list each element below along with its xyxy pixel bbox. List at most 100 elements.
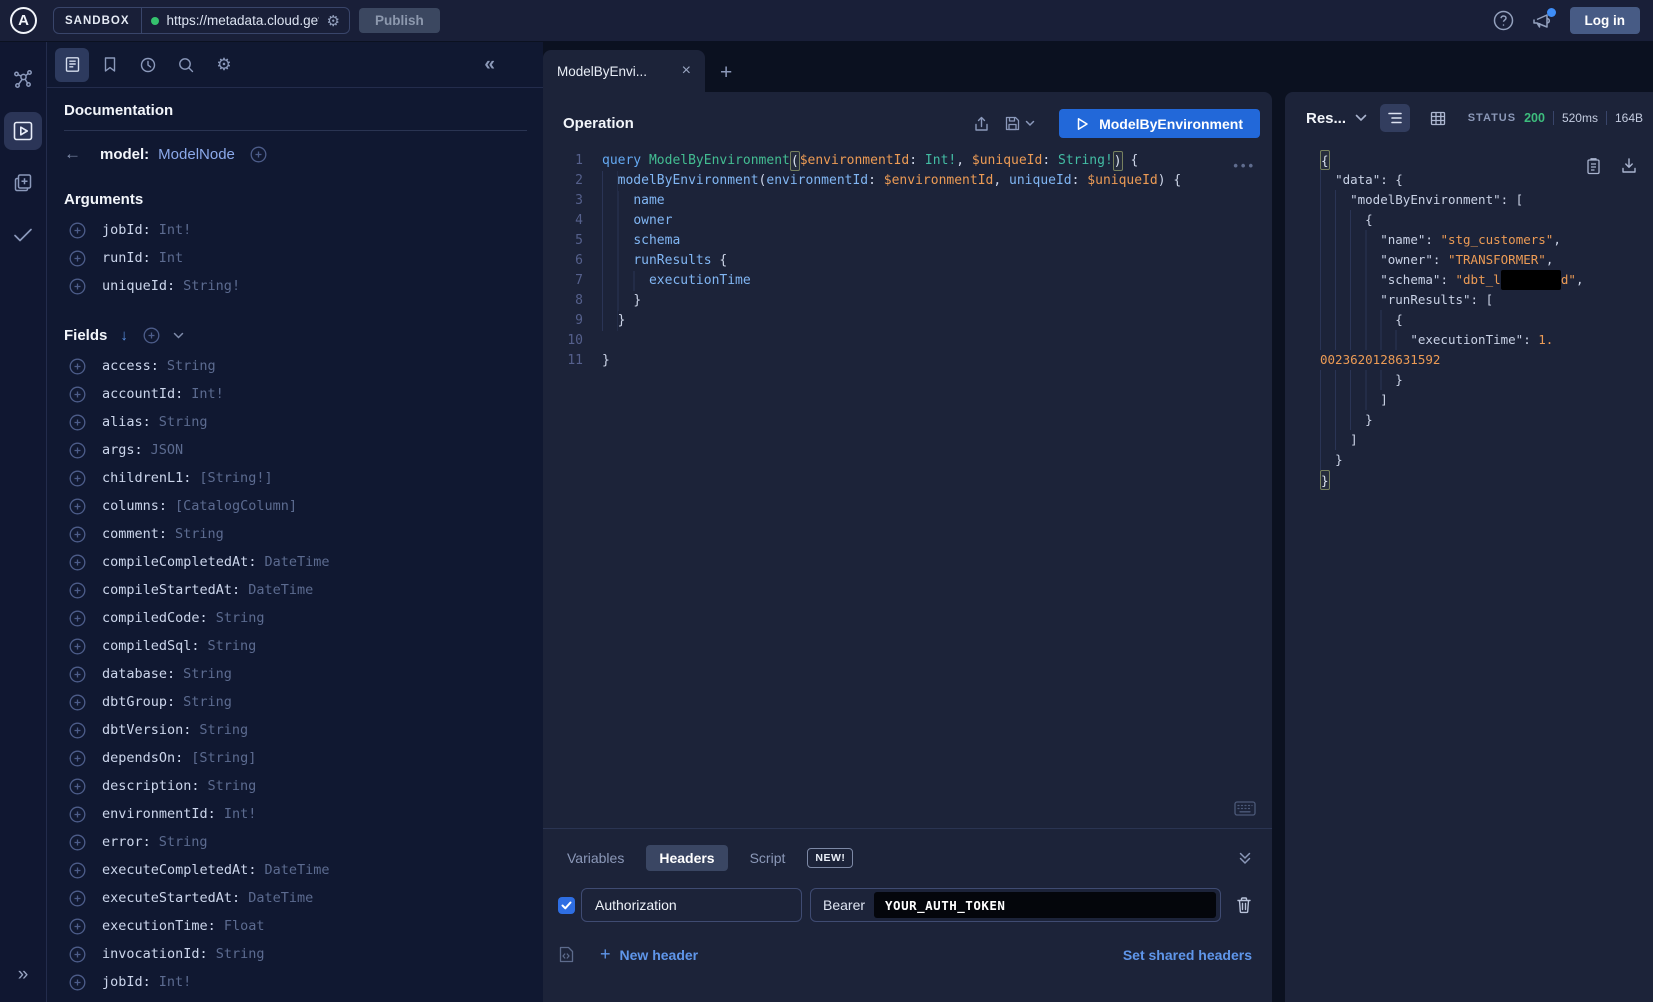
collapse-panel-icon[interactable]: « — [484, 54, 495, 76]
field-type[interactable]: String — [167, 358, 216, 374]
preflight-script-icon[interactable] — [558, 945, 575, 964]
help-icon[interactable] — [1493, 10, 1514, 31]
table-view-icon[interactable] — [1423, 104, 1453, 132]
formatted-view-icon[interactable] — [1380, 104, 1410, 132]
announcements-megaphone-icon[interactable] — [1531, 11, 1553, 31]
history-icon[interactable] — [131, 48, 165, 82]
add-to-query-icon[interactable] — [69, 834, 86, 851]
settings-gear-icon[interactable]: ⚙ — [207, 48, 241, 82]
field-type[interactable]: String — [208, 638, 257, 654]
add-to-query-icon[interactable] — [69, 890, 86, 907]
field-type[interactable]: String — [216, 946, 265, 962]
field-row[interactable]: accountId Int! — [64, 380, 527, 408]
collapse-section-chevrons-icon[interactable] — [1238, 851, 1252, 865]
add-to-query-icon[interactable] — [69, 386, 86, 403]
field-type[interactable]: JSON — [151, 442, 184, 458]
field-row[interactable]: columns [CatalogColumn] — [64, 492, 527, 520]
field-row[interactable]: database String — [64, 660, 527, 688]
field-type[interactable]: DateTime — [264, 862, 329, 878]
fields-options-chevron-icon[interactable] — [173, 332, 184, 339]
add-to-query-icon[interactable] — [69, 526, 86, 543]
field-type[interactable]: String — [159, 834, 208, 850]
field-row[interactable]: executeStartedAt DateTime — [64, 884, 527, 912]
field-type[interactable]: Int! — [159, 974, 192, 990]
add-to-query-icon[interactable] — [69, 946, 86, 963]
field-type[interactable]: DateTime — [248, 582, 313, 598]
download-response-icon[interactable] — [1621, 157, 1637, 175]
search-icon[interactable] — [169, 48, 203, 82]
publish-button[interactable]: Publish — [359, 8, 440, 33]
header-value-field[interactable]: Bearer YOUR_AUTH_TOKEN — [810, 888, 1221, 922]
add-to-query-icon[interactable] — [69, 666, 86, 683]
changelog-nav-icon[interactable] — [4, 164, 42, 202]
field-type[interactable]: Float — [224, 918, 265, 934]
field-row[interactable]: jobId Int! — [64, 968, 527, 996]
field-type[interactable]: String — [175, 526, 224, 542]
add-to-query-icon[interactable] — [69, 498, 86, 515]
add-to-query-icon[interactable] — [69, 806, 86, 823]
endpoint-settings-gear-icon[interactable]: ⚙ — [327, 12, 340, 30]
field-row[interactable]: description String — [64, 772, 527, 800]
add-to-query-icon[interactable] — [69, 414, 86, 431]
add-to-query-icon[interactable] — [69, 918, 86, 935]
argument-type[interactable]: Int — [159, 250, 183, 266]
field-row[interactable]: comment String — [64, 520, 527, 548]
field-row[interactable]: access String — [64, 352, 527, 380]
expand-rail-icon[interactable]: » — [18, 964, 29, 986]
schema-graph-icon[interactable] — [4, 60, 42, 98]
add-to-query-icon[interactable] — [69, 750, 86, 767]
editor-overflow-menu-icon[interactable]: ••• — [1233, 158, 1256, 173]
field-row[interactable]: compileCompletedAt DateTime — [64, 548, 527, 576]
field-type[interactable]: Int! — [191, 386, 224, 402]
field-row[interactable]: invocationId String — [64, 940, 527, 968]
set-shared-headers-button[interactable]: Set shared headers — [1123, 947, 1252, 963]
argument-row[interactable]: uniqueId String! — [64, 272, 527, 300]
field-row[interactable]: environmentId Int! — [64, 800, 527, 828]
add-to-query-icon[interactable] — [69, 470, 86, 487]
field-type-link[interactable]: ModelNode — [158, 146, 235, 163]
keyboard-shortcuts-icon[interactable] — [1234, 801, 1256, 816]
add-all-fields-icon[interactable] — [143, 327, 160, 344]
add-to-query-icon[interactable] — [69, 554, 86, 571]
field-type[interactable]: String — [216, 610, 265, 626]
field-type[interactable]: String — [199, 722, 248, 738]
field-type[interactable]: Int! — [224, 806, 257, 822]
add-to-query-icon[interactable] — [69, 250, 86, 267]
add-to-query-icon[interactable] — [69, 638, 86, 655]
tab-variables[interactable]: Variables — [558, 845, 633, 871]
field-row[interactable]: compiledSql String — [64, 632, 527, 660]
field-type[interactable]: String — [183, 694, 232, 710]
field-type[interactable]: String — [159, 414, 208, 430]
field-row[interactable]: dependsOn [String] — [64, 744, 527, 772]
add-to-query-icon[interactable] — [69, 862, 86, 879]
add-to-query-icon[interactable] — [69, 610, 86, 627]
endpoint-control[interactable]: SANDBOX https://metadata.cloud.get ⚙ — [53, 7, 350, 34]
delete-header-icon[interactable] — [1236, 896, 1252, 914]
field-type[interactable]: String — [183, 666, 232, 682]
field-row[interactable]: childrenL1 [String!] — [64, 464, 527, 492]
explorer-nav-icon[interactable] — [4, 112, 42, 150]
tab-script[interactable]: Script — [741, 845, 795, 871]
login-button[interactable]: Log in — [1570, 7, 1641, 34]
share-operation-icon[interactable] — [973, 115, 990, 133]
tab-headers[interactable]: Headers — [646, 845, 727, 871]
new-header-button[interactable]: + New header — [600, 944, 698, 965]
argument-row[interactable]: jobId Int! — [64, 216, 527, 244]
add-to-query-icon[interactable] — [69, 974, 86, 991]
sort-fields-icon[interactable]: ↓ — [120, 327, 128, 344]
field-row[interactable] — [64, 996, 527, 1002]
field-row[interactable]: compiledCode String — [64, 604, 527, 632]
argument-row[interactable]: runId Int — [64, 244, 527, 272]
graphql-editor[interactable]: 1query ModelByEnvironment($environmentId… — [543, 151, 1272, 371]
field-type[interactable]: String — [208, 778, 257, 794]
add-to-query-icon[interactable] — [69, 358, 86, 375]
argument-type[interactable]: Int! — [159, 222, 192, 238]
field-row[interactable]: compileStartedAt DateTime — [64, 576, 527, 604]
checks-nav-icon[interactable] — [4, 216, 42, 254]
add-to-query-icon[interactable] — [69, 694, 86, 711]
field-row[interactable]: alias String — [64, 408, 527, 436]
save-operation-icon[interactable] — [1004, 115, 1035, 132]
field-row[interactable]: dbtVersion String — [64, 716, 527, 744]
run-operation-button[interactable]: ModelByEnvironment — [1059, 109, 1260, 138]
field-type[interactable]: [String] — [191, 750, 256, 766]
